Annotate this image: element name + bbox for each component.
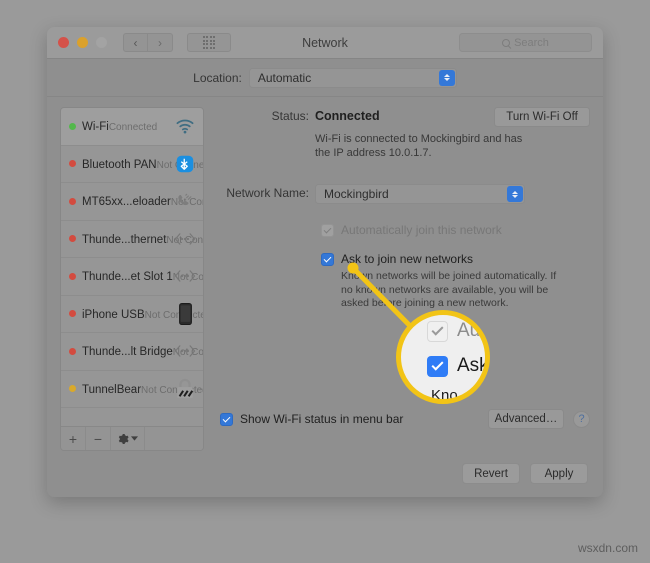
forward-button[interactable]: › <box>148 33 173 52</box>
service-name: Thunde...et Slot 1 <box>82 271 173 284</box>
turn-wifi-off-button[interactable]: Turn Wi-Fi Off <box>494 107 590 127</box>
ask-join-label: Ask to join new networks <box>341 252 474 266</box>
magnified-auto-join-row: Au <box>427 320 480 342</box>
network-name-row: Network Name: Mockingbird <box>220 184 590 204</box>
window-footer: Revert Apply <box>47 451 603 496</box>
watermark: wsxdn.com <box>577 541 638 555</box>
service-list: Wi-FiConnected Bluetooth PANNot Connecte… <box>61 108 203 426</box>
thunderbolt-icon <box>174 339 196 363</box>
location-value: Automatic <box>257 70 312 85</box>
show-all-icon <box>202 36 216 49</box>
service-row-tunnelbear[interactable]: TunnelBearNot Connected <box>61 371 203 408</box>
window-titlebar: ‹ › Network Search <box>47 27 603 59</box>
status-label: Status: <box>271 109 309 123</box>
window-body: Wi-FiConnected Bluetooth PANNot Connecte… <box>47 97 603 451</box>
show-status-label: Show Wi-Fi status in menu bar <box>240 412 404 426</box>
modem-icon <box>174 189 196 213</box>
service-name: MT65xx...eloader <box>82 196 171 209</box>
location-row: Location: Automatic <box>47 59 603 97</box>
service-actions-button[interactable] <box>111 427 145 450</box>
search-placeholder: Search <box>514 36 549 49</box>
network-name-value: Mockingbird <box>324 187 389 201</box>
network-name-select[interactable]: Mockingbird <box>315 184 525 204</box>
magnified-hint-text: Kno <box>431 387 458 404</box>
location-select[interactable]: Automatic <box>248 67 457 88</box>
remove-service-button[interactable]: − <box>86 427 111 450</box>
magnified-ask-join-checkbox <box>427 355 448 377</box>
service-name: iPhone USB <box>82 308 145 321</box>
service-row-thunde-thernet[interactable]: Thunde...thernetNot Connected <box>61 221 203 258</box>
service-row-mt65xx-eloader[interactable]: MT65xx...eloaderNot Configured <box>61 183 203 221</box>
help-button[interactable]: ? <box>573 410 590 428</box>
ask-join-hint: Known networks will be joined automatica… <box>341 270 557 309</box>
panel-bottom-row: Show Wi-Fi status in menu bar Advanced… … <box>220 409 590 429</box>
status-dot <box>69 385 76 393</box>
service-name: TunnelBear <box>82 383 142 396</box>
status-dot <box>69 197 76 205</box>
magnified-ask-join-row: Ask <box>427 355 489 377</box>
advanced-button[interactable]: Advanced… <box>488 409 564 429</box>
chevron-updown-icon <box>507 186 523 202</box>
status-value: Connected <box>315 109 380 123</box>
magnified-auto-join-label: Au <box>457 320 481 341</box>
status-dot <box>69 122 76 130</box>
auto-join-checkbox[interactable] <box>321 224 334 237</box>
auto-join-label: Automatically join this network <box>341 223 502 237</box>
service-name: Wi-Fi <box>82 121 109 134</box>
service-name: Thunde...lt Bridge <box>82 346 173 359</box>
service-name: Bluetooth PAN <box>82 158 157 171</box>
status-dot <box>69 310 76 318</box>
service-name: Thunde...thernet <box>82 233 167 246</box>
zoom-button[interactable] <box>96 37 107 48</box>
revert-button[interactable]: Revert <box>462 463 520 484</box>
service-row-iphone-usb[interactable]: iPhone USBNot Connected <box>61 296 203 333</box>
service-row-wi-fi[interactable]: Wi-FiConnected <box>61 108 203 146</box>
magnified-hint-row: Kno <box>431 387 458 404</box>
iphone-icon <box>174 302 196 326</box>
nav-button-group: ‹ › <box>123 33 173 52</box>
bluetooth-icon <box>174 152 196 176</box>
auto-join-checkbox-row[interactable]: Automatically join this network <box>321 223 590 237</box>
magnified-auto-join-checkbox <box>427 320 448 342</box>
ask-join-checkbox[interactable] <box>321 253 334 266</box>
sidebar-footer: + − <box>61 426 203 450</box>
status-description: Wi-Fi is connected to Mockingbird and ha… <box>315 133 523 159</box>
show-status-checkbox[interactable] <box>220 413 233 426</box>
show-status-checkbox-row[interactable]: Show Wi-Fi status in menu bar <box>220 412 403 426</box>
status-dot <box>69 160 76 168</box>
wifi-settings-panel: Status: Connected Turn Wi-Fi Off Wi-Fi i… <box>204 107 590 451</box>
wifi-icon <box>174 114 196 138</box>
service-sidebar: Wi-FiConnected Bluetooth PANNot Connecte… <box>60 107 204 451</box>
service-row-thunde-et-slot-1[interactable]: Thunde...et Slot 1Not Connected <box>61 258 203 296</box>
apply-button[interactable]: Apply <box>530 463 588 484</box>
service-status: Connected <box>108 122 158 134</box>
search-icon <box>502 38 511 47</box>
ask-join-checkbox-row[interactable]: Ask to join new networks <box>321 252 590 266</box>
close-button[interactable] <box>58 37 69 48</box>
chevron-down-icon <box>131 436 138 441</box>
magnified-ask-join-label: Ask <box>457 355 489 376</box>
network-name-label: Network Name: <box>226 186 309 200</box>
magnifier-callout: Au Ask Kno <box>396 310 490 404</box>
service-row-thunde-lt-bridge[interactable]: Thunde...lt BridgeNot Connected <box>61 333 203 371</box>
back-button[interactable]: ‹ <box>123 33 148 52</box>
service-row-bluetooth-pan[interactable]: Bluetooth PANNot Connected <box>61 146 203 183</box>
vpn-lock-icon <box>174 377 196 401</box>
add-service-button[interactable]: + <box>61 427 86 450</box>
network-preferences-window: ‹ › Network Search Location: Automatic W <box>47 27 603 497</box>
chevron-updown-icon <box>438 69 455 86</box>
thunderbolt-icon <box>174 227 196 251</box>
status-dot <box>69 347 76 355</box>
magnifier-content: Au Ask Kno <box>401 315 485 399</box>
thunderbolt-icon <box>174 264 196 288</box>
gear-icon <box>118 433 129 444</box>
minimize-button[interactable] <box>77 37 88 48</box>
show-all-button[interactable] <box>187 33 231 52</box>
traffic-lights <box>58 37 107 48</box>
location-label: Location: <box>193 70 242 85</box>
status-dot <box>69 235 76 243</box>
status-dot <box>69 272 76 280</box>
status-row: Status: Connected Turn Wi-Fi Off Wi-Fi i… <box>220 107 590 160</box>
search-input[interactable]: Search <box>459 33 592 52</box>
